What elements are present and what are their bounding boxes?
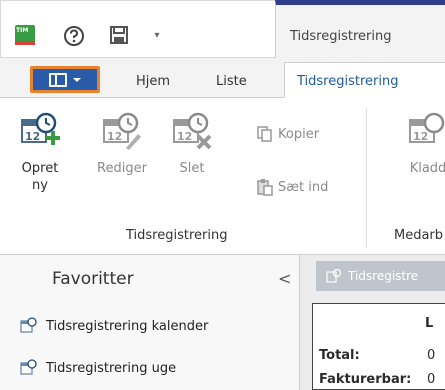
- fakturerbar-value: 0: [427, 372, 436, 387]
- paste-icon: [257, 179, 273, 196]
- fakturerbar-label: Fakturerbar:: [319, 372, 412, 387]
- context-tab-header: Tidsregistrering: [275, 0, 445, 58]
- card-heading: L: [425, 316, 434, 331]
- opret-ny-button[interactable]: 12 Opret ny: [14, 112, 66, 194]
- floppy-disk-icon[interactable]: [109, 25, 129, 45]
- kladde-label: Kladd: [409, 161, 445, 176]
- calendar-clock-draft-icon: 12: [409, 112, 445, 143]
- total-value: 0: [427, 348, 436, 363]
- slet-button[interactable]: 12 Slet: [170, 112, 214, 177]
- context-tab-header-label: Tidsregistrering: [290, 29, 392, 44]
- favorite-item-uge[interactable]: Tidsregistrering uge: [20, 359, 176, 377]
- calendar-clock-icon: [20, 317, 37, 333]
- favorite-item-label: Tidsregistrering kalender: [46, 318, 209, 334]
- saet-ind-button[interactable]: Sæt ind: [257, 178, 328, 196]
- document-tab-label: Tidsregistre: [348, 269, 419, 283]
- calendar-clock-icon: [326, 268, 342, 283]
- quick-access-toolbar: TIM ▾: [0, 0, 275, 58]
- kopier-button[interactable]: Kopier: [257, 126, 319, 142]
- copy-icon: [257, 126, 272, 142]
- kladde-button[interactable]: 12 Kladd: [398, 112, 445, 177]
- calendar-clock-delete-icon: 12: [173, 112, 212, 150]
- svg-text:12: 12: [177, 130, 192, 143]
- app-logo-text: TIM: [16, 27, 29, 34]
- rediger-label: Rediger: [97, 161, 147, 176]
- ribbon-group-label-tidsregistrering: Tidsregistrering: [126, 228, 228, 243]
- file-menu-button[interactable]: [30, 66, 100, 93]
- kopier-label: Kopier: [278, 126, 320, 142]
- favorite-item-kalender[interactable]: Tidsregistrering kalender: [20, 317, 208, 335]
- total-label: Total:: [319, 348, 360, 363]
- question-circle-icon[interactable]: [63, 25, 85, 47]
- document-tab-tidsregistrering[interactable]: Tidsregistre: [316, 261, 445, 291]
- slet-label: Slet: [179, 161, 205, 176]
- content-area: Tidsregistre L Total: 0 Fakturerbar: 0: [300, 255, 445, 390]
- tab-liste[interactable]: Liste: [216, 74, 247, 89]
- opret-ny-label: Opret ny: [21, 161, 59, 193]
- customize-toolbar-icon[interactable]: ▾: [151, 25, 163, 45]
- ribbon-tab-row: Hjem Liste Tidsregistrering: [0, 58, 445, 98]
- calendar-clock-add-icon: 12: [21, 112, 60, 145]
- tab-hjem[interactable]: Hjem: [136, 74, 170, 89]
- collapse-pane-icon[interactable]: <: [278, 269, 291, 288]
- favorite-item-label: Tidsregistrering uge: [46, 360, 177, 376]
- svg-text:12: 12: [413, 130, 428, 143]
- favorites-title: Favoritter: [52, 269, 134, 289]
- rediger-button[interactable]: 12 Rediger: [92, 112, 152, 177]
- file-menu-icon: [49, 72, 67, 87]
- svg-text:12: 12: [25, 130, 40, 143]
- app-logo-icon[interactable]: TIM: [15, 25, 35, 45]
- ribbon-group-divider: [366, 108, 367, 248]
- ribbon-group-label-medarbejder: Medarb: [394, 228, 444, 243]
- ribbon-panel: 12 Opret ny 12 Rediger 12 Slet Kopier Sæ…: [0, 98, 445, 255]
- saet-ind-label: Sæt ind: [278, 179, 329, 195]
- calendar-clock-edit-icon: 12: [103, 112, 141, 150]
- chevron-down-icon: [73, 77, 81, 82]
- tab-tidsregistrering-label: Tidsregistrering: [297, 74, 399, 89]
- calendar-clock-icon: [20, 359, 37, 375]
- summary-card: L Total: 0 Fakturerbar: 0: [312, 303, 445, 390]
- tab-tidsregistrering[interactable]: Tidsregistrering: [284, 62, 445, 98]
- favorites-pane: Favoritter < Tidsregistrering kalender T…: [0, 255, 300, 390]
- svg-text:12: 12: [107, 130, 122, 143]
